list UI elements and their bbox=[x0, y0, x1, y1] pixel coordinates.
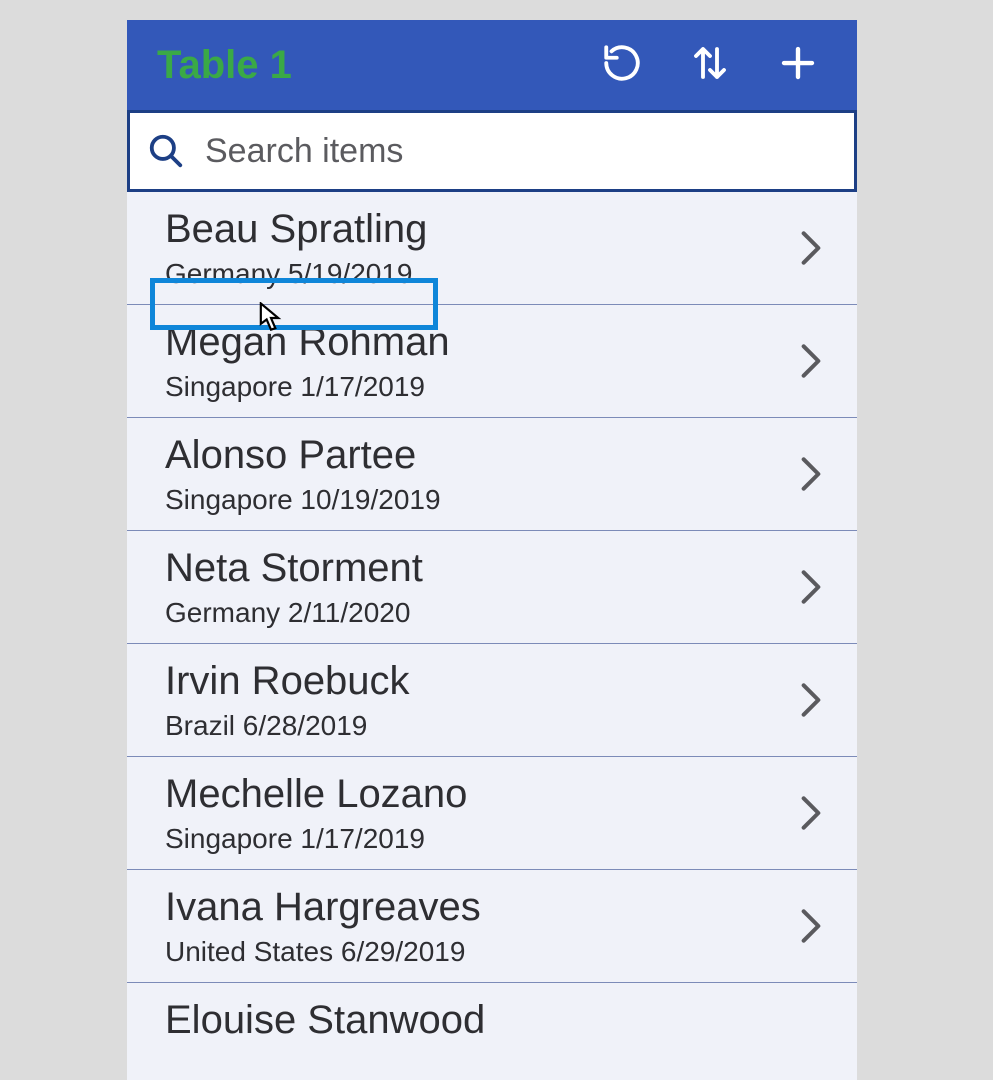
list-item[interactable]: Irvin Roebuck Brazil 6/28/2019 bbox=[127, 644, 857, 757]
list-item-content: Alonso Partee Singapore 10/19/2019 bbox=[165, 432, 795, 516]
list-item-name: Elouise Stanwood bbox=[165, 997, 837, 1043]
list-item-content: Irvin Roebuck Brazil 6/28/2019 bbox=[165, 658, 795, 742]
search-icon bbox=[145, 130, 187, 172]
app-container: Table 1 bbox=[127, 20, 857, 1080]
chevron-right-icon bbox=[795, 566, 827, 608]
list-item-detail: Singapore 1/17/2019 bbox=[165, 823, 795, 855]
list-item[interactable]: Alonso Partee Singapore 10/19/2019 bbox=[127, 418, 857, 531]
list-item-detail: Germany 5/19/2019 bbox=[165, 258, 795, 290]
list-item-content: Mechelle Lozano Singapore 1/17/2019 bbox=[165, 771, 795, 855]
list-item-detail: Singapore 1/17/2019 bbox=[165, 371, 795, 403]
list-item-name: Ivana Hargreaves bbox=[165, 884, 795, 930]
search-bar[interactable] bbox=[127, 110, 857, 192]
list-item[interactable]: Megan Rohman Singapore 1/17/2019 bbox=[127, 305, 857, 418]
list-item-name: Irvin Roebuck bbox=[165, 658, 795, 704]
refresh-icon bbox=[601, 42, 643, 89]
list-item[interactable]: Neta Storment Germany 2/11/2020 bbox=[127, 531, 857, 644]
search-input[interactable] bbox=[205, 132, 839, 171]
list-item-detail: United States 6/29/2019 bbox=[165, 936, 795, 968]
chevron-right-icon bbox=[795, 453, 827, 495]
list-item[interactable]: Elouise Stanwood bbox=[127, 983, 857, 1053]
chevron-right-icon bbox=[795, 340, 827, 382]
list-item-name: Neta Storment bbox=[165, 545, 795, 591]
list-item[interactable]: Mechelle Lozano Singapore 1/17/2019 bbox=[127, 757, 857, 870]
chevron-right-icon bbox=[795, 905, 827, 947]
list-item-content: Megan Rohman Singapore 1/17/2019 bbox=[165, 319, 795, 403]
list-item-content: Beau Spratling Germany 5/19/2019 bbox=[165, 206, 795, 290]
sort-icon bbox=[689, 42, 731, 89]
list-item-content: Elouise Stanwood bbox=[165, 997, 837, 1049]
list-item-name: Beau Spratling bbox=[165, 206, 795, 252]
list-item-detail: Brazil 6/28/2019 bbox=[165, 710, 795, 742]
list-item-detail: Singapore 10/19/2019 bbox=[165, 484, 795, 516]
chevron-right-icon bbox=[795, 227, 827, 269]
header-bar: Table 1 bbox=[127, 20, 857, 110]
chevron-right-icon bbox=[795, 792, 827, 834]
list-item-content: Ivana Hargreaves United States 6/29/2019 bbox=[165, 884, 795, 968]
list-item-detail: Germany 2/11/2020 bbox=[165, 597, 795, 629]
add-button[interactable] bbox=[774, 41, 822, 89]
list-item-name: Mechelle Lozano bbox=[165, 771, 795, 817]
chevron-right-icon bbox=[795, 679, 827, 721]
list-item[interactable]: Ivana Hargreaves United States 6/29/2019 bbox=[127, 870, 857, 983]
list-item-content: Neta Storment Germany 2/11/2020 bbox=[165, 545, 795, 629]
item-list: Beau Spratling Germany 5/19/2019 Megan R… bbox=[127, 192, 857, 1080]
list-item-name: Alonso Partee bbox=[165, 432, 795, 478]
list-item[interactable]: Beau Spratling Germany 5/19/2019 bbox=[127, 192, 857, 305]
header-actions bbox=[598, 41, 837, 89]
sort-button[interactable] bbox=[686, 41, 734, 89]
refresh-button[interactable] bbox=[598, 41, 646, 89]
list-item-name: Megan Rohman bbox=[165, 319, 795, 365]
plus-icon bbox=[777, 42, 819, 89]
page-title: Table 1 bbox=[157, 43, 598, 88]
